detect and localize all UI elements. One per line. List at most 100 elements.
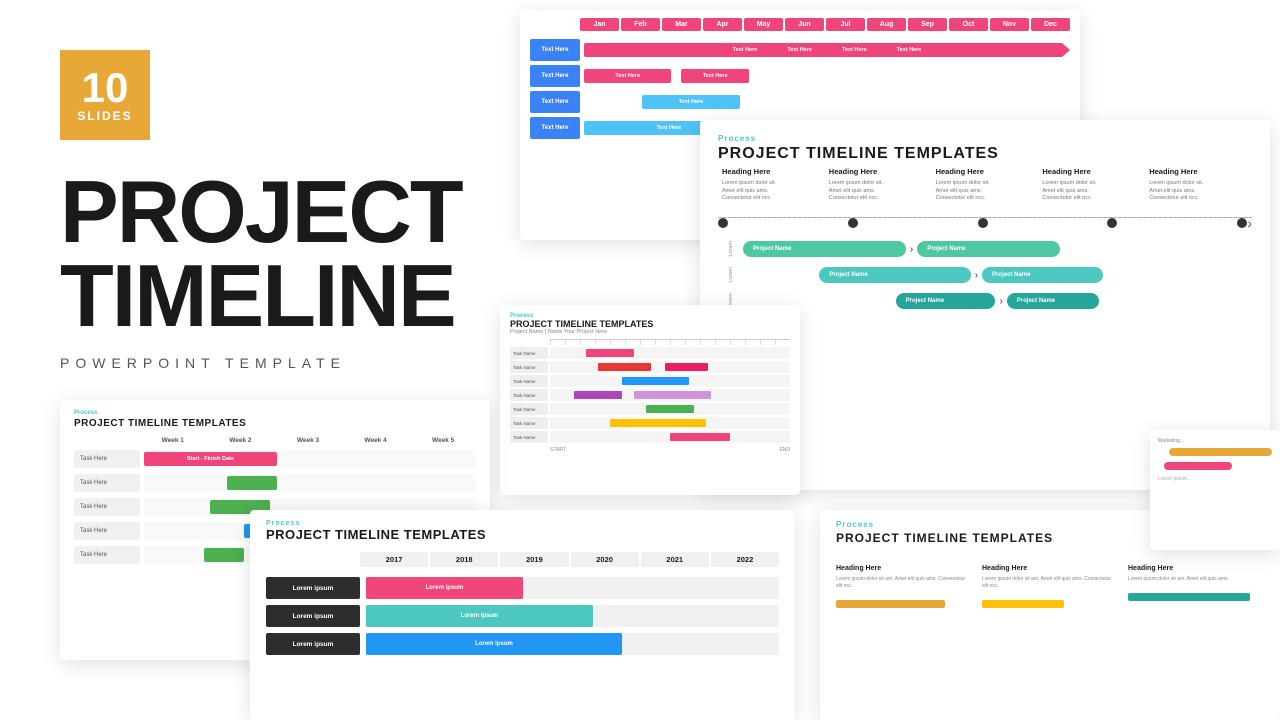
- c6-grid: Task Name Task Name Task Name Task N: [510, 347, 790, 443]
- slides-badge: 10 SLIDES: [60, 50, 150, 140]
- c6-row-3: Task Name: [510, 375, 790, 387]
- yb-track-2: Lorem ipsum: [366, 605, 779, 627]
- c2-bar-label-4: Project Name: [992, 272, 1030, 278]
- yb-row-2: Lorem ipsum Lorem ipsum: [266, 605, 779, 627]
- arrow-3: ›: [999, 296, 1002, 307]
- c6-bar-7: [670, 433, 730, 441]
- c6-bar-4a: [574, 391, 622, 399]
- c6-tick-header: [510, 339, 790, 347]
- c6-track-7: [550, 431, 790, 443]
- c6-track-5: [550, 403, 790, 415]
- right-edge-text: Lorem ipsum...: [1158, 476, 1272, 482]
- c5-text-2: Lorem ipsum dolor sit am. Amet elit quis…: [982, 576, 1118, 590]
- c2-bar-row-3: Project Name › Project Name: [743, 293, 1252, 309]
- wg-bar-5: [204, 548, 244, 562]
- wg-bar-area-2: [144, 474, 476, 492]
- c6-row-6: Task Name: [510, 417, 790, 429]
- yb-fill-3: Lorem ipsum: [366, 633, 622, 655]
- c5-columns: Heading Here Lorem ipsum dolor sit am. A…: [836, 565, 1264, 608]
- timeline-dots-row: ›: [700, 203, 1270, 231]
- month-oct: Oct: [949, 18, 988, 31]
- vert-label-1: Lorem: [728, 241, 734, 257]
- timeline-col-5: Heading Here Lorem ipsum dolor sit.Amet …: [1145, 167, 1252, 203]
- wg-label-2: Task Here: [74, 474, 140, 492]
- gantt-bar-text-1d: Text Here: [897, 47, 922, 53]
- start-label: START: [550, 447, 566, 453]
- dot-4: [1107, 218, 1117, 228]
- badge-number: 10: [82, 67, 129, 109]
- c2-bar-cyan-1: Project Name: [819, 267, 970, 283]
- badge-label: SLIDES: [77, 109, 132, 123]
- c6-row-4: Task Name: [510, 389, 790, 401]
- gantt-bar-3: Text Here: [642, 95, 739, 109]
- gantt-label-4: Text Here: [530, 117, 580, 139]
- end-label: END: [779, 447, 790, 453]
- c6-row-label-4: Task Name: [510, 389, 548, 401]
- vert-label-2: Lorem: [728, 267, 734, 283]
- c5-col-1: Heading Here Lorem ipsum dolor sit am. A…: [836, 565, 972, 608]
- weekly-header: Process PROJECT TIMELINE TEMPLATES: [60, 400, 490, 433]
- week-5: Week 5: [410, 437, 476, 444]
- wg-label-4: Task Here: [74, 522, 140, 540]
- c6-subtitle: Project Name | Name Your Project Here: [510, 329, 790, 335]
- gantt-bar-container-2: Text Here Text Here: [584, 65, 1070, 87]
- c2-bar-label-6: Project Name: [1017, 298, 1055, 304]
- c6-row-7: Task Name: [510, 431, 790, 443]
- c6-bar-6: [610, 419, 706, 427]
- wg-label-5: Task Here: [74, 546, 140, 564]
- heading-5: Heading Here: [1149, 167, 1248, 176]
- month-jun: Jun: [785, 18, 824, 31]
- c6-track-3: [550, 375, 790, 387]
- year-2022: 2022: [711, 552, 779, 567]
- gantt-bar-2a: Text Here: [584, 69, 671, 83]
- month-aug: Aug: [867, 18, 906, 31]
- c5-bar-1: [836, 600, 945, 608]
- c6-row-label-2: Task Name: [510, 361, 548, 373]
- gantt-bar-text-2a: Text Here: [615, 73, 640, 79]
- week-labels-row: Week 1 Week 2 Week 3 Week 4 Week 5: [60, 433, 490, 448]
- c6-row-label-5: Task Name: [510, 403, 548, 415]
- year-process: Process: [266, 520, 779, 527]
- c6-row-5: Task Name: [510, 403, 790, 415]
- weekly-title: PROJECT TIMELINE TEMPLATES: [74, 418, 476, 429]
- timeline-col-3: Heading Here Lorem ipsum dolor sit.Amet …: [932, 167, 1039, 203]
- month-dec: Dec: [1031, 18, 1070, 31]
- yb-text-2: Lorem ipsum: [461, 613, 499, 619]
- month-mar: Mar: [662, 18, 701, 31]
- week-4: Week 4: [343, 437, 409, 444]
- month-jul: Jul: [826, 18, 865, 31]
- c6-track-4: [550, 389, 790, 401]
- c6-inner: Process PROJECT TIMELINE TEMPLATES Proje…: [500, 305, 800, 461]
- week-1: Week 1: [140, 437, 206, 444]
- subtitle: POWERPOINT TEMPLATE: [60, 355, 460, 371]
- wg-bar-text-1: Start - Finish Date: [187, 456, 234, 462]
- c6-bar-5: [646, 405, 694, 413]
- wg-row-1: Task Here Start - Finish Date: [74, 450, 476, 468]
- c6-bar-1: [586, 349, 634, 357]
- c6-row-label-6: Task Name: [510, 417, 548, 429]
- c6-start-end: START END: [510, 447, 790, 453]
- heading-4: Heading Here: [1042, 167, 1141, 176]
- gantt-bar-text-3: Text Here: [679, 99, 704, 105]
- c6-bar-2: [598, 363, 651, 371]
- year-2019: 2019: [500, 552, 568, 567]
- yb-row-1: Lorem ipsum Lorem ipsum: [266, 577, 779, 599]
- gantt-bar-1: Text Here Text Here Text Here Text Here: [584, 43, 1070, 57]
- weekly-process: Process: [74, 410, 476, 416]
- gantt-bar-text-1a: Text Here: [733, 47, 758, 53]
- card-gantt-small: Process PROJECT TIMELINE TEMPLATES Proje…: [500, 305, 800, 495]
- wg-bar-1: Start - Finish Date: [144, 452, 277, 466]
- c6-track-1: [550, 347, 790, 359]
- wg-bar-area-1: Start - Finish Date: [144, 450, 476, 468]
- wg-bar-2: [227, 476, 277, 490]
- week-2: Week 2: [208, 437, 274, 444]
- year-2020: 2020: [571, 552, 639, 567]
- c2-bars-area: Project Name › Project Name Project Name…: [743, 241, 1252, 309]
- year-labels-row: 2017 2018 2019 2020 2021 2022: [250, 548, 795, 571]
- timeline-col-2: Heading Here Lorem ipsum dolor sit.Amet …: [825, 167, 932, 203]
- c6-track-6: [550, 417, 790, 429]
- text-5: Lorem ipsum dolor sit.Amet elit quis ams…: [1149, 180, 1248, 203]
- yb-text-3: Lorem ipsum: [475, 641, 513, 647]
- c5-heading-2: Heading Here: [982, 565, 1118, 572]
- c6-row-2: Task Name: [510, 361, 790, 373]
